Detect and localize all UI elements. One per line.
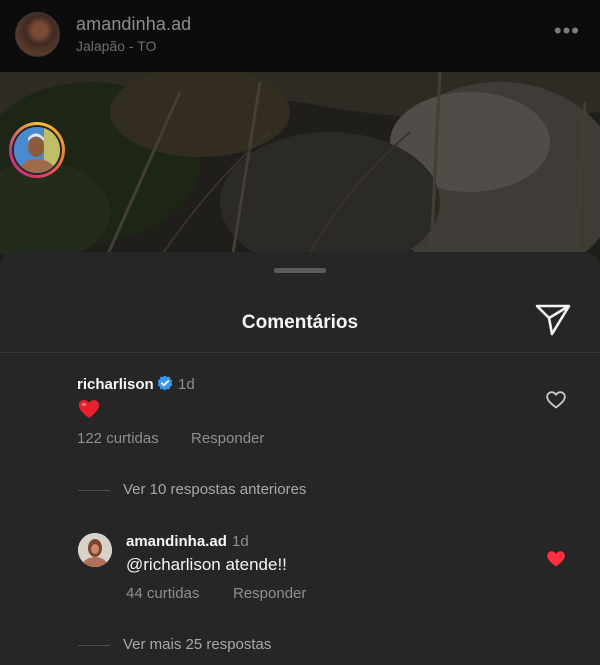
comment-reply-button[interactable]: Responder: [191, 430, 264, 447]
reply-username[interactable]: amandinha.ad: [126, 533, 227, 550]
reply-time: 1d: [232, 533, 249, 550]
more-replies-divider-line: [78, 645, 110, 646]
comments-sheet: Comentários: [0, 252, 600, 665]
comment-time: 1d: [178, 376, 195, 393]
liked-heart-icon[interactable]: [546, 550, 566, 568]
view-previous-replies-button[interactable]: Ver 10 respostas anteriores: [123, 481, 306, 498]
drag-handle[interactable]: [274, 268, 326, 273]
post-author-avatar[interactable]: [15, 12, 60, 57]
reply-reply-button[interactable]: Responder: [233, 585, 306, 602]
reply-avatar[interactable]: [78, 533, 112, 567]
post-header: amandinha.ad Jalapão - TO •••: [0, 0, 600, 72]
verified-badge-icon: [157, 375, 173, 391]
post-location[interactable]: Jalapão - TO: [76, 38, 156, 54]
red-heart-emoji: [79, 400, 99, 418]
comment-avatar[interactable]: [9, 122, 65, 178]
avatar-photo: [14, 127, 60, 173]
sheet-title: Comentários: [241, 312, 359, 333]
comment-like-count[interactable]: 122 curtidas: [77, 430, 159, 447]
sheet-divider: [0, 352, 600, 353]
comment-username[interactable]: richarlison: [77, 376, 154, 393]
post-image: [0, 72, 600, 272]
post-photo-scene: [0, 72, 600, 272]
send-icon[interactable]: [534, 303, 572, 337]
view-more-replies-button[interactable]: Ver mais 25 respostas: [123, 636, 271, 653]
post-author-username[interactable]: amandinha.ad: [76, 14, 191, 35]
reply-text: @richarlison atende!!: [126, 555, 287, 574]
more-horizontal-icon[interactable]: •••: [554, 18, 580, 44]
reply-like-count[interactable]: 44 curtidas: [126, 585, 199, 602]
replies-divider-line: [78, 490, 110, 491]
like-heart-icon[interactable]: [546, 391, 566, 409]
